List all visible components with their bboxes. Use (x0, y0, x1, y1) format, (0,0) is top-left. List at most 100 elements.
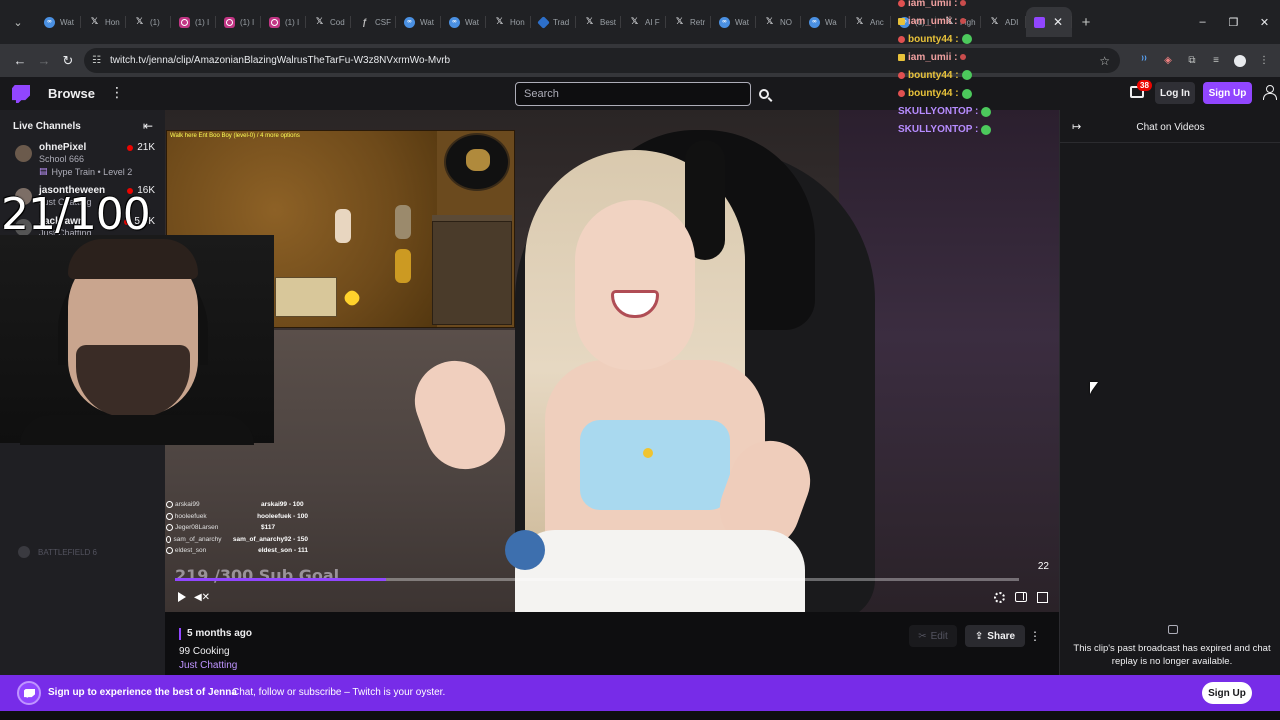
back-button[interactable]: ← (8, 53, 32, 68)
overlay-chat-line: bounty44 : (898, 66, 1018, 84)
video-player[interactable]: Walk here Ent Boo Boy (level-0) / 4 more… (165, 110, 1059, 612)
leaderboard-row: sam_of_anarchy sam_of_anarchy92 - 150 (165, 534, 308, 546)
close-tab-icon[interactable]: ✕ (1050, 15, 1066, 29)
browser-tab[interactable]: ∞ Wat (36, 7, 81, 37)
x-favicon-icon: 𝕏 (630, 17, 639, 27)
search-button[interactable] (753, 82, 775, 106)
viewer-count: 21K (127, 142, 155, 153)
video-streamer-face (575, 200, 695, 370)
counter-overlay: 21/100 (1, 189, 151, 240)
browser-tab[interactable]: (1) I (216, 7, 261, 37)
site-info-icon[interactable]: ☷ (92, 55, 110, 66)
browser-tab[interactable]: ∞ Wa (801, 7, 846, 37)
browser-tab[interactable]: (1) I (261, 7, 306, 37)
search-input[interactable]: Search (515, 82, 751, 106)
reload-button[interactable]: ↻ (56, 53, 80, 69)
forward-button[interactable]: → (32, 53, 56, 68)
theatre-mode-button[interactable] (1014, 590, 1028, 604)
browse-link[interactable]: Browse (48, 86, 95, 101)
extensions-area: ⁾⁾ ◈ ⧉ ≡ ⋮ (1136, 44, 1280, 77)
browser-menu-icon[interactable]: ⋮ (1256, 53, 1272, 69)
tab-label: AI F (645, 17, 660, 27)
tab-label: Hon (105, 17, 120, 27)
page-bottom-edge (0, 711, 1280, 720)
game-character (395, 249, 411, 283)
browser-tab[interactable]: 𝕏 Hon (81, 7, 126, 37)
search-icon (759, 89, 769, 99)
avatar (18, 546, 30, 558)
twitch-logo-icon[interactable] (12, 85, 30, 103)
profile-avatar[interactable] (1232, 53, 1248, 69)
signup-button[interactable]: Sign Up (1203, 82, 1252, 104)
webcam-overlay (0, 235, 274, 445)
bookmark-star-icon[interactable]: ☆ (1099, 54, 1110, 68)
browser-tab[interactable]: ƒ CSF (351, 7, 396, 37)
blue-favicon-icon: ∞ (44, 16, 55, 28)
browser-tab[interactable]: 𝕏 Best (576, 7, 621, 37)
share-button[interactable]: ⇪ Share (965, 625, 1025, 647)
chat-emote-icon (981, 124, 992, 135)
live-dot-icon (127, 144, 134, 151)
tab-label: Best (600, 17, 617, 27)
browser-tab[interactable]: 𝕏 AI F (621, 7, 666, 37)
browser-tab[interactable]: ∞ Wat (711, 7, 756, 37)
leaderboard-badge-icon (166, 524, 173, 532)
extensions-puzzle-icon[interactable]: ⧉ (1184, 53, 1200, 69)
browser-tab[interactable]: (1) I (171, 7, 216, 37)
overlay-chat-line: iam_umii : (898, 0, 1018, 12)
browser-tab[interactable]: ∞ Wat (441, 7, 486, 37)
tab-active-twitch[interactable]: ✕ (1026, 7, 1072, 37)
user-menu-icon[interactable] (1263, 85, 1277, 100)
extension-blue-icon[interactable]: ⁾⁾ (1136, 53, 1152, 69)
x-favicon-icon: 𝕏 (585, 17, 594, 27)
chat-emote-icon (960, 18, 967, 25)
scissors-icon: ✂ (918, 630, 927, 642)
banner-subtext: Chat, follow or subscribe – Twitch is yo… (232, 687, 446, 698)
browser-tab[interactable]: 𝕏 NO (756, 7, 801, 37)
mute-button[interactable]: ◀✕ (194, 590, 210, 604)
chat-emote-icon (981, 106, 992, 117)
leaderboard-badge-icon (166, 547, 173, 555)
sidebar-channel-obscured[interactable]: BATTLEFIELD 6 (18, 546, 97, 558)
x-favicon-icon: 𝕏 (675, 17, 684, 27)
clip-category-link[interactable]: Just Chatting (179, 660, 237, 671)
overlay-chat-line: iam_umii : (898, 48, 1018, 66)
live-channels-heading: Live Channels (13, 121, 81, 132)
game-minimap (444, 133, 510, 191)
new-tab-button[interactable]: + (1072, 14, 1100, 31)
browser-tab[interactable]: ∞ Wat (396, 7, 441, 37)
more-menu-icon[interactable]: ⋮ (110, 84, 124, 101)
fullscreen-button[interactable] (1035, 590, 1049, 604)
banner-signup-button[interactable]: Sign Up (1202, 682, 1252, 704)
seek-bar[interactable] (175, 578, 1019, 581)
browser-tab[interactable]: Trad (531, 7, 576, 37)
play-button[interactable] (175, 590, 189, 604)
minimize-button[interactable]: – (1187, 16, 1218, 28)
leaderboard-name: sam_of_anarchy (173, 535, 222, 543)
login-button[interactable]: Log In (1155, 82, 1195, 104)
browser-tab[interactable]: 𝕏 Retr (666, 7, 711, 37)
ig-favicon-icon (269, 16, 280, 28)
browser-tab[interactable]: 𝕏 Hon (486, 7, 531, 37)
chat-expired-message: This clip's past broadcast has expired a… (1073, 643, 1271, 667)
twitch-favicon-icon (1034, 16, 1045, 28)
close-window-button[interactable]: ✕ (1249, 16, 1280, 29)
browser-tab[interactable]: 𝕏 (1) (126, 7, 171, 37)
window-controls: – ❐ ✕ (1187, 0, 1280, 44)
chat-username: iam_umii : (908, 15, 958, 27)
browser-tab[interactable]: 𝕏 Anc (846, 7, 891, 37)
chat-emote-icon (961, 34, 972, 45)
leaderboard-overlay: arskai99 arskai99 - 100 hooleefuek hooleefu… (165, 499, 308, 555)
tab-label: (1) (150, 17, 160, 27)
browser-tab[interactable]: 𝕏 Cod (306, 7, 351, 37)
restore-button[interactable]: ❐ (1218, 16, 1249, 29)
more-options-icon[interactable]: ⋮ (1029, 625, 1041, 647)
media-controls-icon[interactable]: ≡ (1208, 53, 1224, 69)
settings-button[interactable] (992, 590, 1006, 604)
collapse-sidebar-icon[interactable]: ⇤ (143, 119, 153, 133)
extension-shield-icon[interactable]: ◈ (1160, 53, 1176, 69)
edit-button[interactable]: ✂ Edit (909, 625, 957, 647)
sidebar-channel[interactable]: ohnePixel School 666 21K ▤ Hype Train • L… (0, 142, 165, 182)
clip-time: 22 (1037, 561, 1049, 572)
tab-search-button[interactable]: ⌄ (0, 0, 36, 44)
